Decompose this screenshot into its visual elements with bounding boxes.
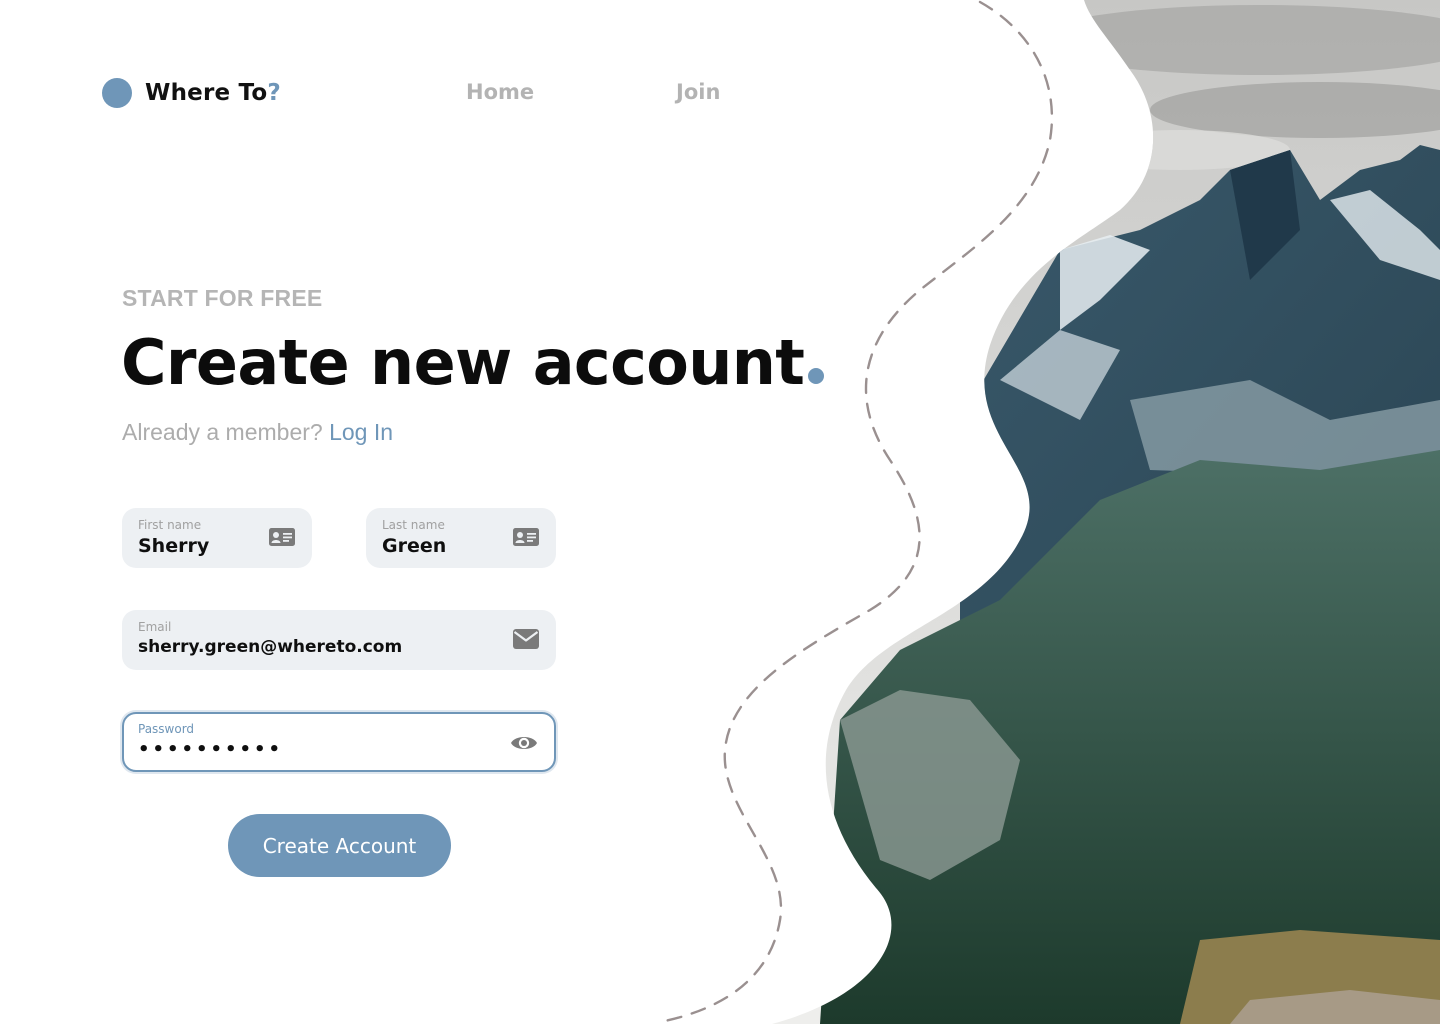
password-value[interactable]: ••••••••••: [138, 739, 283, 760]
password-label: Password: [138, 722, 195, 736]
id-card-icon: [269, 528, 295, 546]
nav-join-link[interactable]: Join: [676, 80, 720, 104]
first-name-label: First name: [138, 518, 202, 532]
email-value[interactable]: sherry.green@whereto.com: [138, 637, 402, 657]
last-name-field[interactable]: Last name Green: [366, 508, 556, 568]
member-prompt-text: Already a member?: [122, 419, 323, 445]
id-card-icon: [513, 528, 539, 546]
email-label: Email: [138, 620, 172, 634]
last-name-value[interactable]: Green: [382, 535, 446, 557]
member-prompt: Already a member? Log In: [122, 419, 393, 446]
first-name-field[interactable]: First name Sherry: [122, 508, 312, 568]
brand-name-main: Where To: [145, 80, 268, 106]
last-name-label: Last name: [382, 518, 445, 532]
eyebrow-text: START FOR FREE: [122, 285, 323, 311]
envelope-icon: [513, 629, 539, 649]
logo-dot-icon: [102, 78, 132, 108]
create-account-button[interactable]: Create Account: [228, 814, 451, 877]
page-title-text: Create new account: [121, 326, 805, 399]
page-title: Create new account: [121, 326, 825, 399]
login-link[interactable]: Log In: [329, 419, 393, 445]
password-field[interactable]: Password ••••••••••: [122, 712, 556, 772]
first-name-value[interactable]: Sherry: [138, 535, 209, 557]
title-accent-dot: [808, 368, 825, 384]
brand-name: Where To?: [145, 80, 281, 106]
brand-logo[interactable]: Where To?: [102, 78, 281, 108]
brand-question-mark: ?: [267, 80, 281, 106]
nav-home-link[interactable]: Home: [466, 80, 534, 104]
eye-icon[interactable]: [510, 732, 538, 754]
email-field[interactable]: Email sherry.green@whereto.com: [122, 610, 556, 670]
